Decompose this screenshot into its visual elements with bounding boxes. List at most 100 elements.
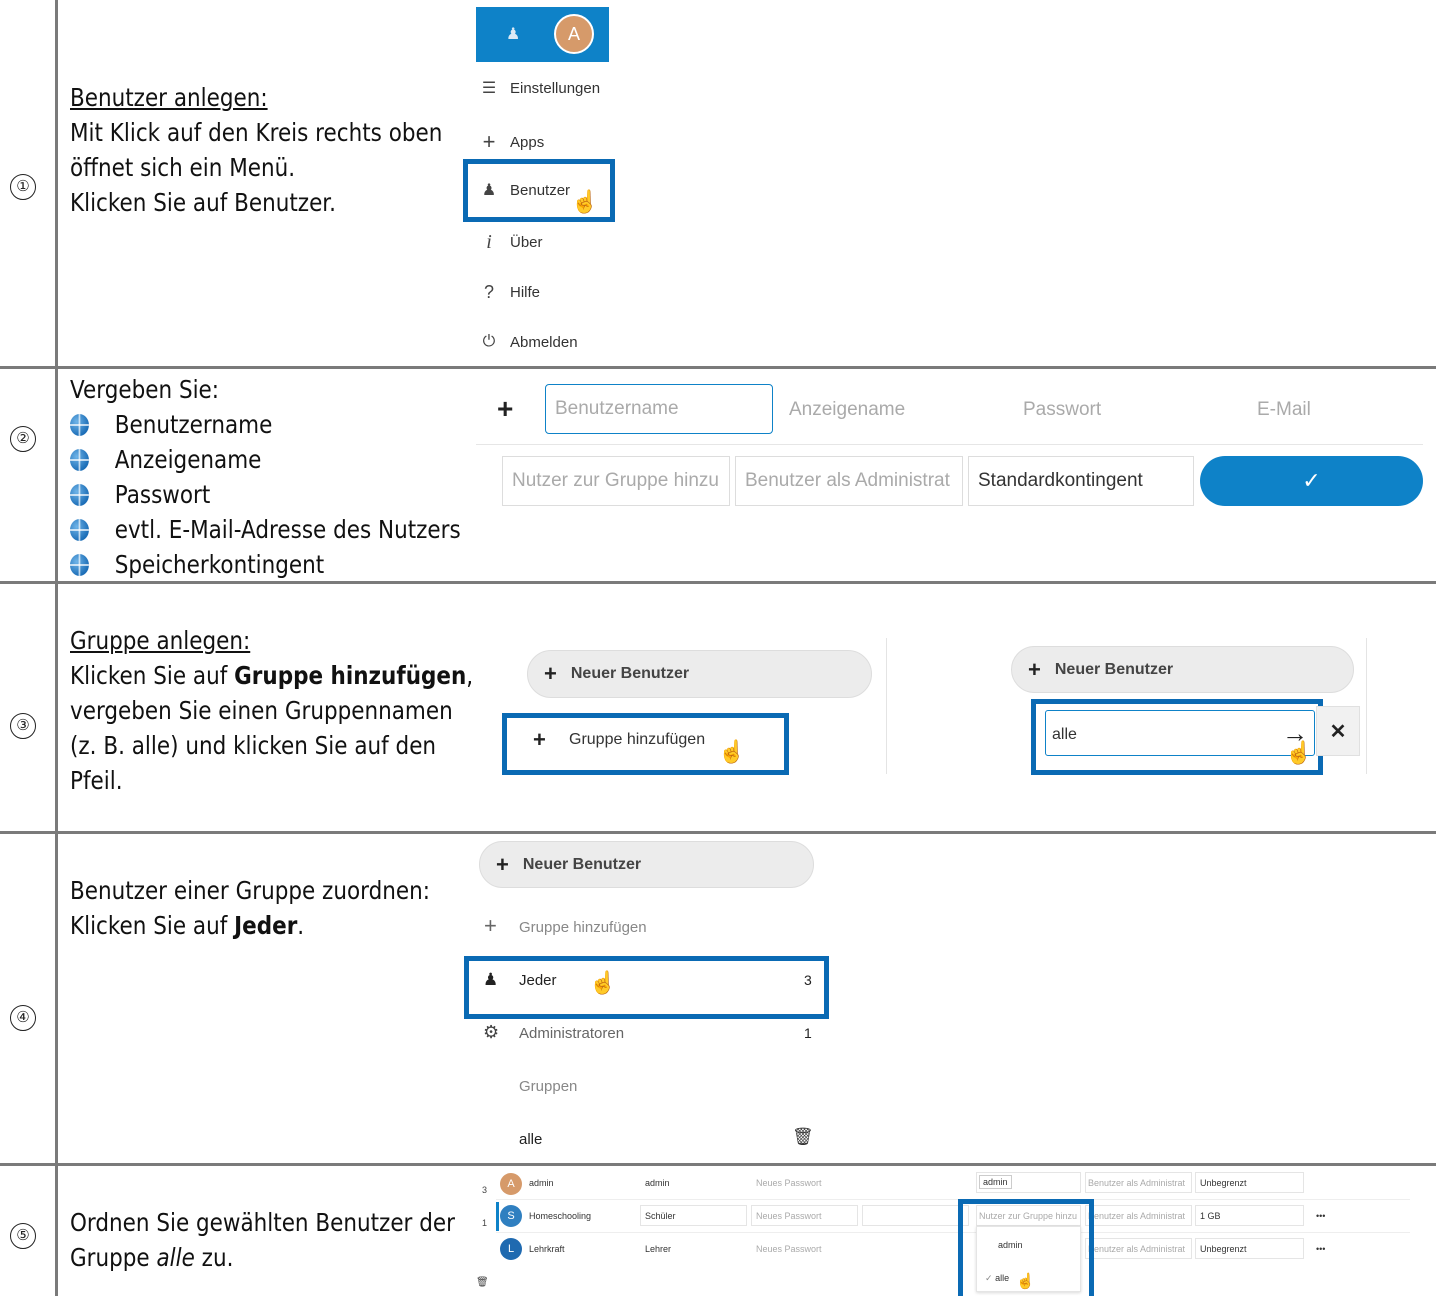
row-divider bbox=[0, 831, 1436, 834]
plus-icon: + bbox=[1028, 656, 1041, 682]
step-3-line: Pfeil. bbox=[70, 766, 123, 795]
avatar: S bbox=[500, 1205, 522, 1227]
table-cell-quota[interactable]: 1 GB bbox=[1195, 1205, 1304, 1226]
form-separator bbox=[476, 444, 1423, 445]
groups-header: Gruppen bbox=[519, 1078, 578, 1095]
contacts-icon[interactable]: ♟ bbox=[506, 24, 520, 44]
table-cell-admin[interactable]: Benutzer als Administrat bbox=[1085, 1172, 1192, 1193]
table-cell-username: Homeschooling bbox=[529, 1211, 592, 1221]
plus-icon: + bbox=[496, 851, 509, 877]
group-administrators[interactable]: Administratoren bbox=[519, 1025, 624, 1042]
header-bar: ♟ A bbox=[476, 7, 609, 62]
avatar: L bbox=[500, 1238, 522, 1260]
table-cell-password[interactable]: Neues Passwort bbox=[756, 1244, 822, 1254]
table-cell-groups[interactable]: admin bbox=[976, 1172, 1081, 1193]
step-1-line: Klicken Sie auf Benutzer. bbox=[70, 188, 337, 217]
add-group-button[interactable]: Gruppe hinzufügen bbox=[519, 919, 647, 936]
step-1-line: öffnet sich ein Menü. bbox=[70, 153, 296, 182]
table-cell-email[interactable] bbox=[862, 1205, 969, 1226]
step-4-emphasis: Jeder bbox=[234, 911, 298, 940]
step-5-text: Ordnen Sie gewählten Benutzer der Gruppe… bbox=[70, 1205, 455, 1275]
check-icon: ✓ bbox=[1302, 468, 1321, 493]
admin-select[interactable]: Benutzer als Administrat bbox=[735, 456, 963, 506]
step-3-text: Gruppe anlegen: Klicken Sie auf Gruppe h… bbox=[70, 623, 473, 798]
panel-divider bbox=[886, 638, 887, 774]
table-cell-displayname[interactable]: admin bbox=[645, 1178, 670, 1188]
new-user-button[interactable]: + Neuer Benutzer bbox=[527, 650, 872, 698]
hand-cursor-icon: ☝ bbox=[1016, 1273, 1035, 1290]
globe-bullet-icon bbox=[70, 483, 89, 506]
hand-cursor-icon: ☝ bbox=[1285, 740, 1313, 765]
hand-cursor-icon: ☝ bbox=[718, 739, 746, 764]
displayname-input[interactable]: Anzeigename bbox=[789, 399, 905, 421]
menu-item-apps[interactable]: + Apps bbox=[478, 129, 545, 155]
confirm-button[interactable]: ✓ bbox=[1200, 456, 1423, 506]
step-3-text-part: , bbox=[466, 661, 474, 690]
step-5-text-part: zu. bbox=[194, 1243, 234, 1272]
side-count: 1 bbox=[482, 1218, 488, 1228]
menu-item-label: Abmelden bbox=[510, 333, 578, 351]
power-icon: ⏻ bbox=[482, 333, 496, 350]
active-row-indicator bbox=[496, 1202, 499, 1231]
table-cell-quota[interactable]: Unbegrenzt bbox=[1195, 1172, 1304, 1193]
menu-item-settings[interactable]: ☰ Einstellungen bbox=[478, 78, 600, 98]
new-user-button[interactable]: + Neuer Benutzer bbox=[1011, 646, 1354, 693]
table-row-divider bbox=[496, 1232, 1410, 1233]
step-2-bullet: Speicherkontingent bbox=[114, 550, 325, 579]
hand-cursor-icon: ☝ bbox=[589, 970, 617, 995]
trash-icon[interactable]: 🗑 bbox=[792, 1127, 814, 1147]
table-cell-displayname[interactable]: Lehrer bbox=[645, 1244, 671, 1254]
step-4-text-part: Klicken Sie auf bbox=[70, 911, 235, 940]
new-user-label: Neuer Benutzer bbox=[522, 855, 642, 873]
step-2-bullet: Benutzername bbox=[114, 410, 273, 439]
username-input[interactable]: Benutzername bbox=[545, 384, 773, 434]
password-input[interactable]: Passwort bbox=[1023, 399, 1101, 421]
step-2-bullet: Passwort bbox=[114, 480, 211, 509]
new-user-button[interactable]: + Neuer Benutzer bbox=[479, 841, 814, 888]
globe-bullet-icon bbox=[70, 448, 89, 471]
plus-icon: + bbox=[482, 129, 496, 154]
step-number-2: ② bbox=[10, 426, 36, 452]
email-input[interactable]: E-Mail bbox=[1257, 399, 1311, 421]
menu-item-label: Einstellungen bbox=[510, 79, 601, 97]
menu-item-help[interactable]: ? Hilfe bbox=[478, 282, 540, 303]
table-cell-admin[interactable]: Benutzer als Administrat bbox=[1085, 1238, 1192, 1259]
step-2-text: Vergeben Sie: Benutzername Anzeigename P… bbox=[70, 372, 461, 582]
globe-bullet-icon bbox=[70, 518, 89, 541]
group-select[interactable]: Nutzer zur Gruppe hinzu bbox=[502, 456, 730, 506]
table-cell-admin[interactable]: Benutzer als Administrat bbox=[1085, 1205, 1192, 1226]
step-1-text: Benutzer anlegen: Mit Klick auf den Krei… bbox=[70, 80, 442, 220]
more-icon[interactable]: ••• bbox=[1316, 1244, 1325, 1254]
trash-icon[interactable]: 🗑 bbox=[476, 1277, 489, 1288]
globe-bullet-icon bbox=[70, 553, 89, 576]
menu-item-logout[interactable]: ⏻ Abmelden bbox=[478, 333, 578, 351]
step-2-bullet: Anzeigename bbox=[114, 445, 262, 474]
gear-icon: ⚙ bbox=[483, 1022, 500, 1042]
list-icon: ☰ bbox=[481, 80, 497, 97]
step-3-emphasis: Gruppe hinzufügen bbox=[234, 661, 467, 690]
table-row-divider bbox=[496, 1199, 1410, 1200]
table-cell-password[interactable]: Neues Passwort bbox=[756, 1178, 822, 1188]
step-2-intro: Vergeben Sie: bbox=[70, 375, 220, 404]
row-divider bbox=[0, 366, 1436, 369]
group-alle[interactable]: alle bbox=[519, 1131, 542, 1148]
step-number-1: ① bbox=[10, 174, 36, 200]
plus-icon: + bbox=[497, 393, 514, 424]
menu-item-label: Hilfe bbox=[510, 284, 541, 301]
close-icon[interactable]: ✕ bbox=[1316, 706, 1360, 756]
menu-item-label: Über bbox=[510, 234, 543, 251]
step-5-text-part: Gruppe bbox=[70, 1243, 157, 1272]
quota-select[interactable]: Standardkontingent bbox=[968, 456, 1194, 506]
table-cell-displayname[interactable]: Schüler bbox=[640, 1205, 747, 1226]
menu-item-about[interactable]: i Über bbox=[478, 231, 543, 254]
globe-bullet-icon bbox=[70, 413, 89, 436]
table-cell-password[interactable]: Neues Passwort bbox=[751, 1205, 858, 1226]
table-cell-quota[interactable]: Unbegrenzt bbox=[1195, 1238, 1304, 1259]
step-4-text: Benutzer einer Gruppe zuordnen: Klicken … bbox=[70, 873, 430, 943]
step-3-text-part: Klicken Sie auf bbox=[70, 661, 235, 690]
step-2-bullet: evtl. E-Mail-Adresse des Nutzers bbox=[114, 515, 461, 544]
avatar[interactable]: A bbox=[554, 14, 594, 54]
more-icon[interactable]: ••• bbox=[1316, 1211, 1325, 1221]
step-4-text-part: . bbox=[297, 911, 305, 940]
highlight-box bbox=[464, 956, 829, 1019]
